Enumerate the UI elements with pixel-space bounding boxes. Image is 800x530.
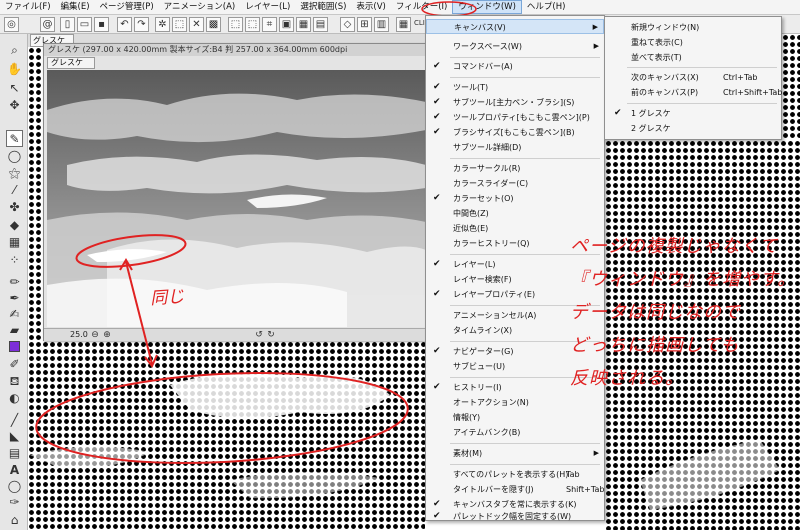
note-line: データは同じなので (570, 302, 741, 323)
sm-tile[interactable]: 並べて表示(T) (605, 50, 781, 65)
wm-fix-palette-dock-width[interactable]: ✔ パレットドック幅を固定する(W) (426, 511, 604, 522)
small-highlight-ellipse (75, 234, 187, 268)
check-icon: ✔ (433, 127, 441, 137)
menu-separator (627, 103, 777, 104)
wm-color-set[interactable]: ✔ カラーセット(O) (426, 191, 604, 206)
sm-cascade[interactable]: 重ねて表示(C) (605, 35, 781, 50)
wm-brush-size[interactable]: ✔ ブラシサイズ[もこもこ雲ペン](B) (426, 125, 604, 140)
wm-canvas[interactable]: キャンバス(V) ▶ (426, 19, 604, 34)
menu-separator (450, 443, 600, 444)
shortcut-label: Ctrl+Shift+Tab (723, 88, 783, 97)
note-line: ページの複製じゃなくて (570, 236, 779, 257)
window-menu-highlight (421, 1, 477, 17)
menu-separator (450, 57, 600, 58)
sm-canvas-2[interactable]: 2 グレスケ (605, 121, 781, 136)
check-icon: ✔ (433, 193, 441, 203)
wm-auto-action[interactable]: オートアクション(N) (426, 395, 604, 410)
shortcut-label: Ctrl+Tab (723, 73, 758, 82)
link-arrow-line (125, 261, 153, 365)
check-icon: ✔ (433, 97, 441, 107)
check-icon: ✔ (433, 259, 441, 269)
wm-tool-property[interactable]: ✔ ツールプロパティ[もこもこ雲ペン](P) (426, 110, 604, 125)
check-icon: ✔ (433, 346, 441, 356)
check-icon: ✔ (433, 289, 441, 299)
sm-new-window[interactable]: 新規ウィンドウ(N) (605, 20, 781, 35)
submenu-arrow-icon: ▶ (593, 449, 599, 457)
same-annotation: 同じ (149, 286, 185, 310)
wm-command-bar[interactable]: ✔ コマンドバー(A) (426, 59, 604, 74)
wm-intermediate-color[interactable]: 中間色(Z) (426, 206, 604, 221)
submenu-arrow-icon: ▶ (593, 42, 599, 50)
menu-separator (450, 464, 600, 465)
shortcut-label: Shift+Tab (566, 485, 605, 494)
wm-subtool-detail[interactable]: サブツール詳細(D) (426, 140, 604, 155)
handwritten-note: ページの複製じゃなくて 『ウィンドウ』を増やす。 データは同じなので どっちに描… (570, 230, 798, 395)
wm-show-all-palettes[interactable]: すべてのパレットを表示する(H) Tab (426, 467, 604, 482)
wm-color-circle[interactable]: カラーサークル(R) (426, 161, 604, 176)
check-icon: ✔ (433, 499, 441, 509)
check-icon: ✔ (614, 108, 622, 118)
sm-prev-canvas[interactable]: 前のキャンバス(P) Ctrl+Shift+Tab (605, 85, 783, 100)
wm-always-show-canvas-tab[interactable]: ✔ キャンバスタブを常に表示する(K) (426, 497, 604, 512)
check-icon: ✔ (433, 382, 441, 392)
wm-hide-title-bar[interactable]: タイトルバーを隠す(J) Shift+Tab (426, 482, 604, 497)
shortcut-label: Tab (566, 470, 580, 479)
sm-canvas-1[interactable]: ✔ 1 グレスケ (605, 106, 781, 121)
wm-subtool[interactable]: ✔ サブツール[主力ペン・ブラシ](S) (426, 95, 604, 110)
wm-material[interactable]: 素材(M) ▶ (426, 446, 604, 461)
check-icon: ✔ (433, 112, 441, 122)
menu-separator (627, 67, 777, 68)
submenu-arrow-icon: ▶ (592, 23, 598, 31)
sm-next-canvas[interactable]: 次のキャンバス(X) Ctrl+Tab (605, 70, 781, 85)
canvas-submenu: 新規ウィンドウ(N) 重ねて表示(C) 並べて表示(T) 次のキャンバス(X) C… (604, 16, 782, 140)
check-icon: ✔ (433, 82, 441, 92)
wm-workspace[interactable]: ワークスペース(W) ▶ (426, 39, 604, 54)
check-icon: ✔ (433, 511, 441, 521)
wm-color-slider[interactable]: カラースライダー(C) (426, 176, 604, 191)
wm-item-bank[interactable]: アイテムバンク(B) (426, 425, 604, 440)
note-line: 反映される。 (570, 368, 684, 389)
wm-tool[interactable]: ✔ ツール(T) (426, 80, 604, 95)
check-icon: ✔ (433, 61, 441, 71)
note-line: 『ウィンドウ』を増やす。 (570, 269, 797, 290)
note-line: どっちに描画しても (570, 335, 740, 356)
menu-separator (450, 77, 600, 78)
wm-info[interactable]: 情報(Y) (426, 410, 604, 425)
menu-separator (450, 158, 600, 159)
large-highlight-ellipse (35, 371, 409, 465)
